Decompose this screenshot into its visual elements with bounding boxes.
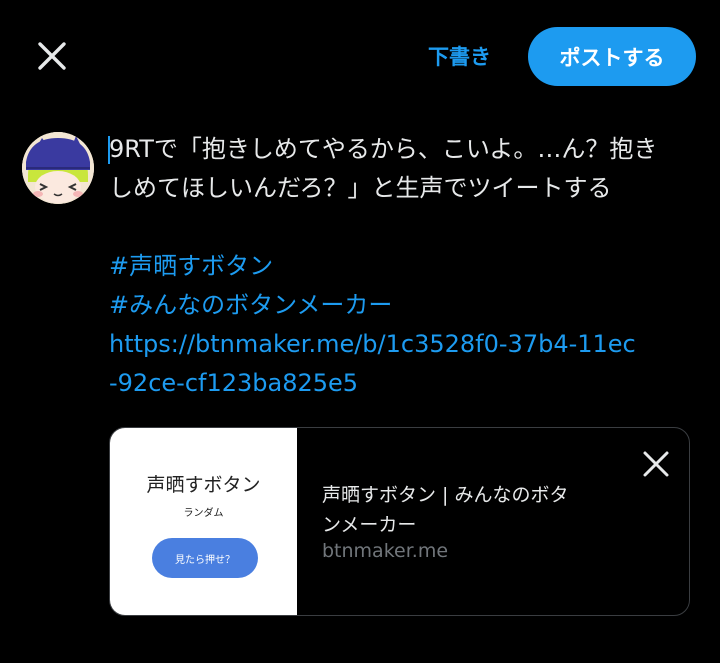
- link-preview-domain: btnmaker.me: [322, 540, 449, 562]
- link-preview-title: 声晒すボタン | みんなのボタ ンメーカー: [322, 480, 622, 540]
- thumbnail-title: 声晒すボタン: [146, 474, 261, 496]
- drafts-button[interactable]: 下書き: [428, 40, 491, 74]
- avatar-image: [22, 132, 94, 204]
- link-preview-card[interactable]: 声晒すボタン ランダム 見たら押せ？ 声晒すボタン | みんなのボタ ンメーカー…: [109, 427, 690, 616]
- hashtag-link[interactable]: #声晒すボタン: [109, 247, 699, 286]
- compose-textarea[interactable]: 9RTで「抱きしめてやるから、こいよ。…ん？抱き しめてほしいんだろ？」と生声で…: [108, 130, 699, 403]
- compose-text-line: しめてほしいんだろ？」と生声でツイートする: [109, 174, 612, 202]
- link-preview-thumbnail: 声晒すボタン ランダム 見たら押せ？: [110, 428, 297, 615]
- text-cursor: [108, 136, 110, 164]
- url-link[interactable]: https://btnmaker.me/b/1c3528f0-37b4-11ec: [109, 325, 699, 364]
- compose-blank-line: [109, 208, 699, 247]
- thumbnail-button: 見たら押せ？: [152, 538, 258, 578]
- close-icon: [38, 42, 66, 70]
- remove-card-button[interactable]: [638, 446, 674, 482]
- close-icon: [643, 451, 669, 477]
- compose-text-line: 9RTで「抱きしめてやるから、こいよ。…ん？抱き: [109, 135, 658, 163]
- link-preview-title-line: 声晒すボタン | みんなのボタ: [322, 484, 569, 506]
- avatar[interactable]: [22, 132, 94, 204]
- url-link[interactable]: -92ce-cf123ba825e5: [109, 364, 699, 403]
- close-button[interactable]: [30, 34, 74, 78]
- post-button[interactable]: ポストする: [528, 27, 696, 86]
- thumbnail-subtitle: ランダム: [183, 508, 224, 519]
- link-preview-title-line: ンメーカー: [322, 514, 417, 536]
- hashtag-link[interactable]: #みんなのボタンメーカー: [109, 286, 699, 325]
